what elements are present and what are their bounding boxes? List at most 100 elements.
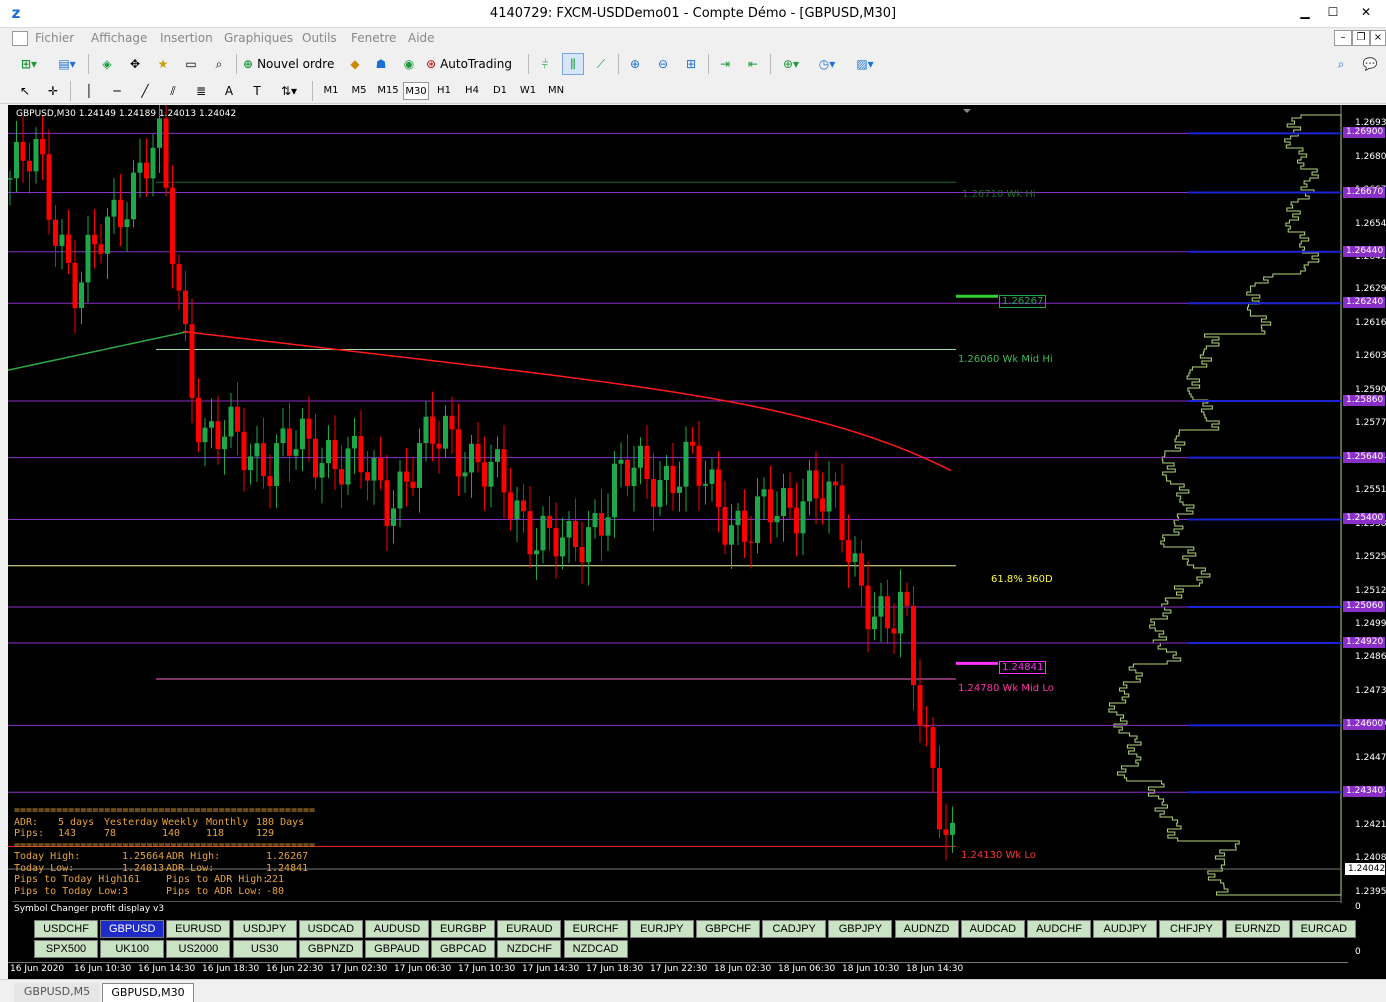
vertical-line-icon[interactable]: │: [78, 80, 100, 102]
symbol-button-spx500[interactable]: SPX500: [34, 940, 98, 958]
symbol-button-audcad[interactable]: AUDCAD: [960, 920, 1025, 938]
crosshair-icon[interactable]: ✛: [42, 80, 64, 102]
new-chart-icon[interactable]: ⊞▾: [14, 53, 44, 75]
menu-fichier[interactable]: Fichier: [35, 31, 74, 45]
tf-h1[interactable]: H1: [432, 82, 456, 100]
symbol-button-us30[interactable]: US30: [232, 940, 297, 958]
auto-scroll-icon[interactable]: ⇥: [714, 53, 736, 75]
navigator-icon[interactable]: ★: [152, 53, 174, 75]
terminal-icon[interactable]: ▭: [180, 53, 202, 75]
symbol-button-gbpaud[interactable]: GBPAUD: [365, 940, 429, 958]
price-axis-label: 1.23950: [1355, 886, 1386, 897]
menu-graphiques[interactable]: Graphiques: [224, 31, 293, 45]
templates-icon[interactable]: ▨▾: [848, 53, 882, 75]
candlestick-icon[interactable]: ⫼: [562, 53, 584, 75]
tab-gbpusd-m5[interactable]: GBPUSD,M5: [14, 983, 100, 1002]
symbol-button-audnzd[interactable]: AUDNZD: [894, 920, 959, 938]
chart-window[interactable]: GBPUSD,M30 1.24149 1.24189 1.24013 1.240…: [8, 105, 1386, 979]
fibonacci-icon[interactable]: ≣: [190, 80, 212, 102]
symbol-button-gbpcad[interactable]: GBPCAD: [431, 940, 496, 958]
price-chart[interactable]: [8, 105, 1386, 903]
arrows-icon[interactable]: ⇅▾: [274, 80, 304, 102]
indicators-icon[interactable]: ⊕▾: [776, 53, 806, 75]
candle-body: [885, 596, 890, 629]
candle-body: [644, 445, 650, 480]
chat-icon[interactable]: 💬: [1358, 53, 1382, 75]
menu-outils[interactable]: Outils: [302, 31, 337, 45]
trendline-icon[interactable]: ╱: [134, 80, 156, 102]
tf-m30[interactable]: M30: [403, 82, 429, 100]
symbol-button-euraud[interactable]: EURAUD: [497, 920, 562, 938]
tf-h4[interactable]: H4: [460, 82, 484, 100]
market-icon[interactable]: ◉: [398, 53, 420, 75]
symbol-button-eurgbp[interactable]: EURGBP: [431, 920, 496, 938]
zoom-out-icon[interactable]: ⊖: [652, 53, 674, 75]
menu-affichage[interactable]: Affichage: [91, 31, 147, 45]
symbol-button-nzdchf[interactable]: NZDCHF: [497, 940, 562, 958]
new-order-button[interactable]: ⊕ Nouvel ordre: [243, 53, 339, 75]
chart-shift-icon[interactable]: ⇤: [742, 53, 764, 75]
mdi-minimize-button[interactable]: –: [1334, 30, 1352, 46]
market-watch-icon[interactable]: ◈: [96, 53, 118, 75]
cursor-icon[interactable]: ↖: [14, 80, 36, 102]
tf-m1[interactable]: M1: [319, 82, 343, 100]
autotrading-button[interactable]: ⊛ AutoTrading: [426, 53, 522, 75]
price-axis-label: 1.24080: [1355, 853, 1386, 864]
periods-icon[interactable]: ◷▾: [812, 53, 842, 75]
line-chart-icon[interactable]: ⟋: [590, 53, 612, 75]
symbol-button-eurnzd[interactable]: EURNZD: [1225, 920, 1290, 938]
metaeditor-icon[interactable]: ◆: [344, 53, 366, 75]
maximize-button[interactable]: ☐: [1318, 2, 1348, 22]
symbol-button-usdchf[interactable]: USDCHF: [34, 920, 98, 938]
bar-chart-icon[interactable]: ⫩: [534, 53, 556, 75]
symbol-button-nzdcad[interactable]: NZDCAD: [563, 940, 628, 958]
tf-w1[interactable]: W1: [516, 82, 540, 100]
tf-d1[interactable]: D1: [488, 82, 512, 100]
candle-body: [813, 470, 819, 499]
adr-low-label: 1.24841: [999, 661, 1047, 674]
symbol-button-gbpusd[interactable]: GBPUSD: [100, 920, 165, 938]
symbol-button-cadjpy[interactable]: CADJPY: [762, 920, 827, 938]
text-icon[interactable]: A: [218, 80, 240, 102]
level-price-mark: 1.24600: [1343, 719, 1385, 731]
symbol-button-eurjpy[interactable]: EURJPY: [629, 920, 694, 938]
symbol-button-us2000[interactable]: US2000: [166, 940, 231, 958]
zoom-in-icon[interactable]: ⊕: [624, 53, 646, 75]
profiles-icon[interactable]: ▤▾: [52, 53, 82, 75]
symbol-button-eurcad[interactable]: EURCAD: [1291, 920, 1356, 938]
symbol-button-uk100[interactable]: UK100: [100, 940, 165, 958]
tab-gbpusd-m30[interactable]: GBPUSD,M30: [102, 983, 194, 1002]
menu-insertion[interactable]: Insertion: [160, 31, 213, 45]
strategy-tester-icon[interactable]: ⌕: [208, 53, 230, 75]
candle-body: [781, 488, 786, 517]
symbol-button-audjpy[interactable]: AUDJPY: [1093, 920, 1158, 938]
menu-fenetre[interactable]: Fenetre: [351, 31, 396, 45]
tf-m15[interactable]: M15: [375, 82, 401, 100]
symbol-button-gbpchf[interactable]: GBPCHF: [696, 920, 760, 938]
signals-icon[interactable]: ☗: [370, 53, 392, 75]
symbol-button-eurchf[interactable]: EURCHF: [563, 920, 628, 938]
mdi-close-button[interactable]: ×: [1370, 30, 1386, 46]
symbol-button-audusd[interactable]: AUDUSD: [365, 920, 429, 938]
close-button[interactable]: ✕: [1346, 2, 1386, 22]
symbol-button-gbpjpy[interactable]: GBPJPY: [828, 920, 893, 938]
symbol-button-chfjpy[interactable]: CHFJPY: [1159, 920, 1224, 938]
equidistant-channel-icon[interactable]: ⫽: [162, 80, 184, 102]
candle-body: [794, 507, 799, 534]
tf-mn[interactable]: MN: [544, 82, 568, 100]
symbol-button-usdjpy[interactable]: USDJPY: [232, 920, 297, 938]
text-label-icon[interactable]: T: [246, 80, 268, 102]
mdi-restore-button[interactable]: ❐: [1352, 30, 1370, 46]
chart-window-icon[interactable]: [12, 31, 28, 46]
menu-aide[interactable]: Aide: [408, 31, 435, 45]
horizontal-line-icon[interactable]: ─: [106, 80, 128, 102]
data-window-icon[interactable]: ✥: [124, 53, 146, 75]
symbol-button-usdcad[interactable]: USDCAD: [298, 920, 363, 938]
search-icon[interactable]: ⌕: [1330, 53, 1352, 75]
minimize-button[interactable]: ▁: [1290, 2, 1320, 22]
symbol-button-gbpnzd[interactable]: GBPNZD: [298, 940, 363, 958]
symbol-button-eurusd[interactable]: EURUSD: [166, 920, 231, 938]
tile-windows-icon[interactable]: ⊞: [680, 53, 702, 75]
symbol-button-audchf[interactable]: AUDCHF: [1027, 920, 1091, 938]
tf-m5[interactable]: M5: [347, 82, 371, 100]
